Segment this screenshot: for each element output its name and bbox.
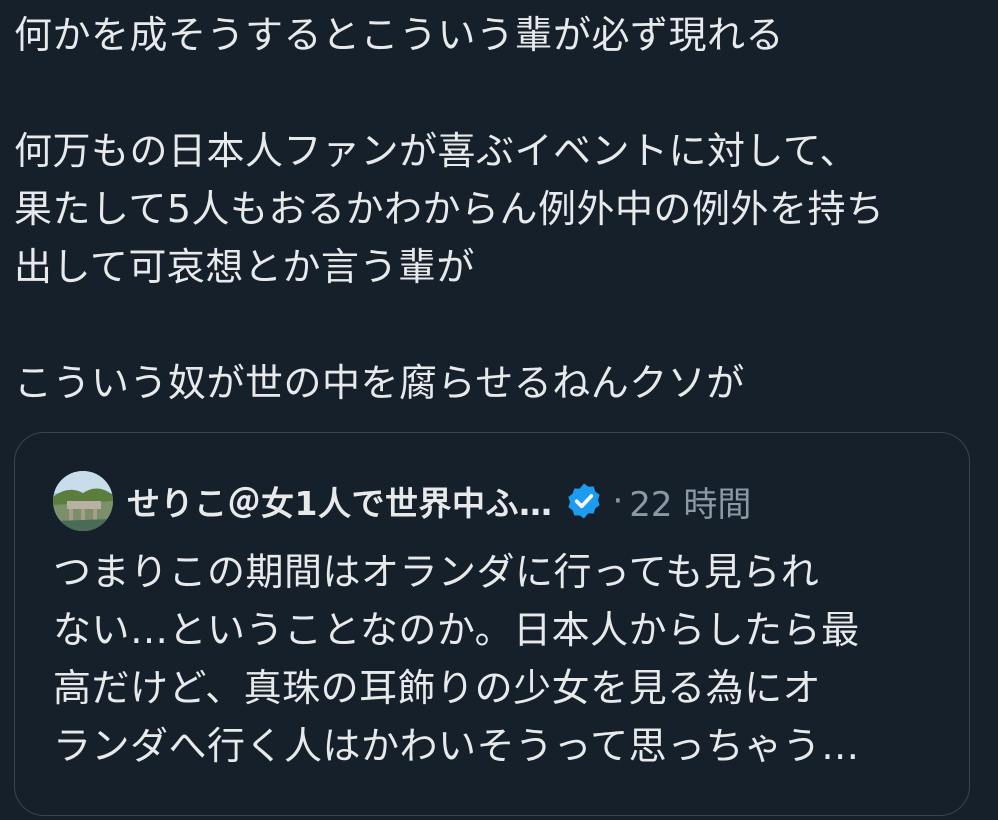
tweet-line: 何万もの日本人ファンが喜ぶイベントに対して、 xyxy=(14,129,858,173)
avatar[interactable] xyxy=(53,471,113,531)
verified-badge-icon xyxy=(568,483,601,519)
quote-line: ランダへ行く人はかわいそうって思っちゃう… xyxy=(53,724,860,768)
tweet-line: 出して可哀想とか言う輩が xyxy=(14,245,475,289)
tweet-line: 果たして5人もおるかわからん例外中の例外を持ち xyxy=(14,187,885,231)
author-name[interactable]: せりこ＠女1人で世界中ふ… xyxy=(127,477,552,525)
quoted-tweet-text: つまりこの期間はオランダに行っても見られ ない…ということなのか。日本人からした… xyxy=(53,543,953,775)
timestamp[interactable]: 22 時間 xyxy=(629,477,751,526)
header-separator: · xyxy=(612,481,624,521)
tweet-text: 何かを成そうするとこういう輩が必ず現れる 何万もの日本人ファンが喜ぶイベントに対… xyxy=(14,6,984,412)
quote-line: ない…ということなのか。日本人からしたら最 xyxy=(53,608,860,652)
tweet-line: こういう奴が世の中を腐らせるねんクソが xyxy=(14,361,745,405)
quoted-tweet-card[interactable]: せりこ＠女1人で世界中ふ… · 22 時間 つまりこの期間はオランダに行っても見… xyxy=(14,432,970,816)
quoted-tweet-header: せりこ＠女1人で世界中ふ… · 22 時間 xyxy=(53,469,751,533)
avatar-image xyxy=(53,471,113,531)
quote-line: 高だけど、真珠の耳飾りの少女を見る為にオ xyxy=(53,666,822,710)
tweet-line: 何かを成そうするとこういう輩が必ず現れる xyxy=(14,13,785,57)
quote-line: つまりこの期間はオランダに行っても見られ xyxy=(53,550,820,594)
